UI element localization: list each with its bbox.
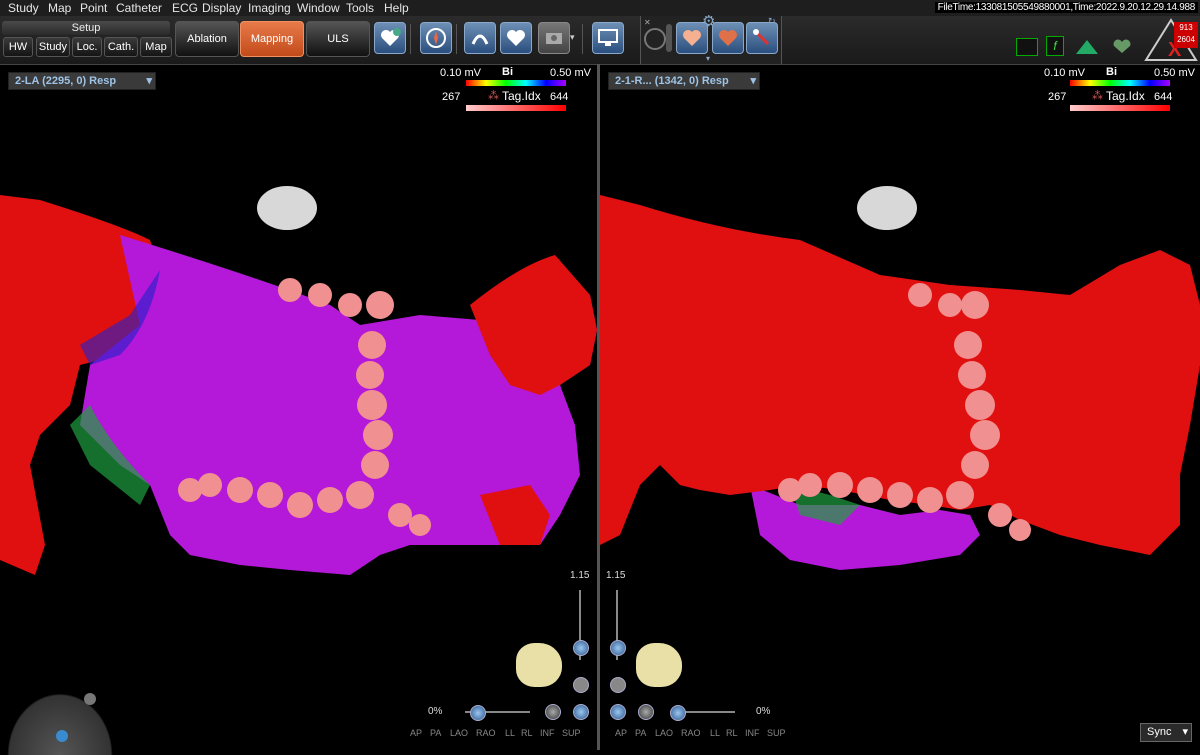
left-orientation-sup[interactable]: SUP xyxy=(562,728,581,738)
right-orientation-ll[interactable]: LL xyxy=(710,728,720,738)
setup-loc-button[interactable]: Loc. xyxy=(72,37,102,57)
left-orientation-inf[interactable]: INF xyxy=(540,728,555,738)
chevron-down-icon: ▾ xyxy=(1182,726,1188,738)
monitor-status-icon[interactable] xyxy=(1016,38,1038,56)
right-heart-toggle-icon[interactable] xyxy=(610,677,626,693)
left-orientation-pa[interactable]: PA xyxy=(430,728,441,738)
right-percent-value: 0% xyxy=(756,706,771,717)
navigation-wheel[interactable] xyxy=(0,685,120,755)
left-heart-toggle-icon[interactable] xyxy=(573,677,589,693)
main-toolbar: Setup HW Study Loc. Cath. Map Ablation M… xyxy=(0,13,1200,65)
right-zoom-value: 1.15 xyxy=(606,570,626,581)
left-zoom-value: 1.15 xyxy=(570,570,590,581)
left-orientation-rl[interactable]: RL xyxy=(521,728,533,738)
record-icon[interactable] xyxy=(644,28,666,50)
setup-cath-button[interactable]: Cath. xyxy=(104,37,138,57)
chevron-down-icon[interactable]: ▾ xyxy=(570,32,575,43)
panel-divider xyxy=(666,24,672,52)
right-rotate-icon[interactable] xyxy=(610,704,626,720)
function-icon[interactable]: f xyxy=(1046,36,1064,56)
toolbar-separator xyxy=(410,24,411,54)
left-map-view[interactable]: 2-LA (2295, 0) Resp ▾ 0.10 mV Bi 0.50 mV… xyxy=(0,65,597,755)
right-zoom-handle[interactable] xyxy=(610,640,626,656)
toolbar-separator xyxy=(582,24,583,54)
camera-icon[interactable] xyxy=(538,22,570,54)
file-time-readout: FileTime:133081505549880001,Time:2022.9.… xyxy=(934,2,1198,13)
right-sphere-icon[interactable] xyxy=(638,704,654,720)
heart-shell-icon[interactable] xyxy=(676,22,708,54)
left-heart-orientation-icon[interactable] xyxy=(516,643,562,687)
heart-tag-icon[interactable] xyxy=(712,22,744,54)
left-orientation-lao[interactable]: LAO xyxy=(450,728,468,738)
menu-imaging[interactable]: Imaging xyxy=(248,1,291,15)
monitor-icon[interactable] xyxy=(592,22,624,54)
right-orientation-lao[interactable]: LAO xyxy=(655,728,673,738)
heart-status-icon[interactable] xyxy=(1110,38,1134,54)
status-counter: 913 2604 xyxy=(1174,22,1198,48)
close-icon[interactable]: ✕ xyxy=(644,18,651,27)
right-opacity-handle[interactable] xyxy=(670,705,686,721)
menu-window[interactable]: Window xyxy=(297,1,340,15)
setup-hw-button[interactable]: HW xyxy=(3,37,33,57)
menu-help[interactable]: Help xyxy=(384,1,409,15)
toolbar-separator xyxy=(456,24,457,54)
menu-map[interactable]: Map xyxy=(48,1,71,15)
orientation-marker xyxy=(257,186,317,230)
right-orientation-ap[interactable]: AP xyxy=(615,728,627,738)
menu-ecg[interactable]: ECG xyxy=(172,1,198,15)
left-rotate-icon[interactable] xyxy=(573,704,589,720)
mapping-mode-button[interactable]: Mapping xyxy=(240,21,304,57)
right-orientation-inf[interactable]: INF xyxy=(745,728,760,738)
right-heart-orientation-icon[interactable] xyxy=(636,643,682,687)
setup-map-button[interactable]: Map xyxy=(140,37,172,57)
chevron-down-icon[interactable] xyxy=(56,730,68,742)
left-orientation-ap[interactable]: AP xyxy=(410,728,422,738)
left-orientation-ll[interactable]: LL xyxy=(505,728,515,738)
right-orientation-sup[interactable]: SUP xyxy=(767,728,786,738)
compass-icon[interactable] xyxy=(420,22,452,54)
left-opacity-handle[interactable] xyxy=(470,705,486,721)
right-orientation-pa[interactable]: PA xyxy=(635,728,646,738)
catheter-icon[interactable] xyxy=(464,22,496,54)
left-sphere-icon[interactable] xyxy=(545,704,561,720)
right-orientation-rao[interactable]: RAO xyxy=(681,728,701,738)
menu-tools[interactable]: Tools xyxy=(346,1,374,15)
right-orientation-rl[interactable]: RL xyxy=(726,728,738,738)
sync-select[interactable]: Sync ▾ xyxy=(1140,723,1192,742)
close-icon[interactable] xyxy=(84,693,96,705)
left-anatomy-map[interactable] xyxy=(0,65,597,750)
right-anatomy-map[interactable] xyxy=(600,65,1200,750)
ablation-mode-button[interactable]: Ablation xyxy=(175,21,239,57)
mountain-icon[interactable] xyxy=(1076,40,1098,54)
menu-catheter[interactable]: Catheter xyxy=(116,1,162,15)
sync-select-label: Sync xyxy=(1147,726,1172,738)
setup-group-label: Setup xyxy=(2,21,170,35)
setup-study-button[interactable]: Study xyxy=(36,37,70,57)
left-zoom-handle[interactable] xyxy=(573,640,589,656)
left-percent-value: 0% xyxy=(428,706,443,717)
uls-mode-button[interactable]: ULS xyxy=(306,21,370,57)
chevron-down-icon[interactable]: ▾ xyxy=(706,54,710,63)
menu-point[interactable]: Point xyxy=(80,1,107,15)
orientation-marker xyxy=(857,186,917,230)
left-orientation-rao[interactable]: RAO xyxy=(476,728,496,738)
status-counter-top: 913 xyxy=(1179,23,1193,32)
note-icon[interactable] xyxy=(500,22,532,54)
menu-display[interactable]: Display xyxy=(202,1,241,15)
add-point-icon[interactable] xyxy=(374,22,406,54)
menu-bar: Study Map Point Catheter ECG Display Ima… xyxy=(0,0,1200,16)
status-counter-bottom: 2604 xyxy=(1177,35,1195,44)
right-map-view[interactable]: 2-1-R... (1342, 0) Resp ▾ 0.10 mV Bi 0.5… xyxy=(600,65,1200,750)
menu-study[interactable]: Study xyxy=(8,1,39,15)
probe-icon[interactable] xyxy=(746,22,778,54)
